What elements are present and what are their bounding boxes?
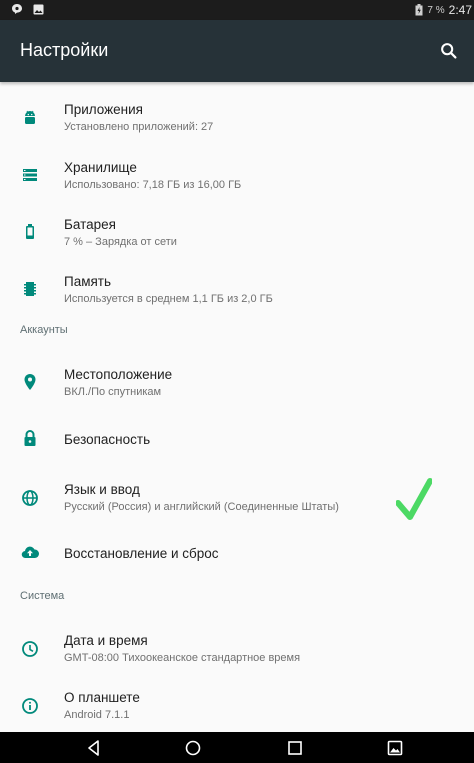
section-header-accounts: Аккаунты bbox=[20, 324, 68, 336]
clock-time: 2:47 bbox=[448, 3, 472, 17]
memory-summary: Используется в среднем 1,1 ГБ из 2,0 ГБ bbox=[64, 293, 273, 305]
about-title: О планшете bbox=[64, 690, 140, 705]
section-header-system: Система bbox=[20, 590, 65, 602]
storage-summary: Использовано: 7,18 ГБ из 16,00 ГБ bbox=[64, 179, 242, 191]
settings-item-location[interactable]: Местоположение ВКЛ./По спутникам bbox=[0, 362, 474, 406]
cloud-upload-icon bbox=[21, 546, 40, 559]
checkmark-icon bbox=[396, 478, 432, 520]
storage-icon bbox=[23, 169, 37, 181]
language-summary: Русский (Россия) и английский (Соединенн… bbox=[64, 501, 339, 513]
info-icon bbox=[22, 698, 38, 714]
memory-title: Память bbox=[64, 274, 112, 289]
navigation-bar bbox=[0, 732, 474, 763]
location-summary: ВКЛ./По спутникам bbox=[64, 386, 162, 398]
memory-icon bbox=[24, 282, 36, 296]
battery-icon bbox=[26, 224, 34, 239]
globe-icon bbox=[22, 490, 38, 506]
page-title: Настройки bbox=[20, 40, 109, 60]
app-bar: Настройки bbox=[0, 20, 474, 82]
lock-icon bbox=[24, 430, 36, 446]
home-icon[interactable] bbox=[183, 738, 203, 758]
settings-item-security[interactable]: Безопасность bbox=[0, 420, 474, 460]
screenshot-icon[interactable] bbox=[385, 738, 405, 758]
apps-title: Приложения bbox=[64, 102, 143, 117]
storage-title: Хранилище bbox=[64, 160, 137, 175]
language-title: Язык и ввод bbox=[64, 482, 140, 497]
recents-icon[interactable] bbox=[285, 738, 305, 758]
settings-item-memory[interactable]: Память Используется в среднем 1,1 ГБ из … bbox=[0, 269, 474, 313]
datetime-title: Дата и время bbox=[64, 633, 148, 648]
settings-item-backup[interactable]: Восстановление и сброс bbox=[0, 534, 474, 574]
backup-title: Восстановление и сброс bbox=[64, 546, 219, 561]
settings-item-battery[interactable]: Батарея 7 % – Зарядка от сети bbox=[0, 212, 474, 256]
settings-item-storage[interactable]: Хранилище Использовано: 7,18 ГБ из 16,00… bbox=[0, 155, 474, 199]
battery-title: Батарея bbox=[64, 217, 116, 232]
settings-item-about[interactable]: О планшете Android 7.1.1 bbox=[0, 685, 474, 729]
notification-icon bbox=[12, 4, 22, 14]
battery-status-icon bbox=[415, 4, 423, 16]
datetime-summary: GMT-08:00 Тихоокеанское стандартное врем… bbox=[64, 652, 301, 664]
back-icon[interactable] bbox=[84, 738, 104, 758]
security-title: Безопасность bbox=[64, 432, 151, 447]
battery-percent: 7 % bbox=[427, 4, 445, 16]
about-summary: Android 7.1.1 bbox=[64, 709, 130, 721]
image-notification-icon bbox=[33, 4, 44, 14]
apps-summary: Установлено приложений: 27 bbox=[64, 121, 214, 133]
clock-icon bbox=[22, 641, 38, 657]
location-icon bbox=[24, 374, 36, 390]
location-title: Местоположение bbox=[64, 367, 173, 382]
settings-item-datetime[interactable]: Дата и время GMT-08:00 Тихоокеанское ста… bbox=[0, 628, 474, 672]
settings-item-apps[interactable]: Приложения Установлено приложений: 27 bbox=[0, 98, 474, 142]
search-icon[interactable] bbox=[438, 40, 460, 62]
status-bar: 7 % 2:47 bbox=[0, 0, 474, 20]
android-icon bbox=[25, 110, 35, 124]
battery-summary: 7 % – Зарядка от сети bbox=[64, 236, 177, 248]
